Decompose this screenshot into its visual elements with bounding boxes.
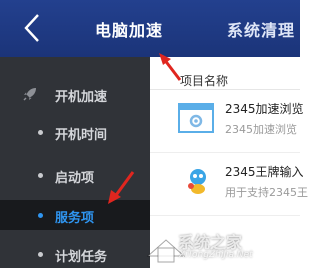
bullet-dot <box>38 173 43 178</box>
sidebar-item-startup-speedup[interactable]: 开机加速 <box>0 79 150 109</box>
item-title: 2345加速浏览 <box>225 102 304 116</box>
item-description: 2345加速浏览 <box>225 123 297 136</box>
sidebar-item-label: 启动项 <box>55 171 95 186</box>
annotation-arrow-icon <box>159 53 182 81</box>
bullet-dot <box>38 213 43 218</box>
sidebar: 开机加速 开机时间 启动项 服务项 计划任务 <box>0 57 150 268</box>
rocket-icon <box>23 88 36 101</box>
top-bar: 电脑加速 系统清理 <box>0 0 300 57</box>
item-title: 2345王牌输入 <box>225 165 304 179</box>
sidebar-item-scheduled-tasks[interactable]: 计划任务 <box>0 239 150 269</box>
sidebar-parent-label: 开机加速 <box>55 90 108 105</box>
bullet-dot <box>38 252 43 257</box>
list-item[interactable]: 2345加速浏览 2345加速浏览 <box>150 90 304 153</box>
column-header-label: 项目名称 <box>180 74 229 88</box>
sidebar-item-label: 计划任务 <box>55 250 108 265</box>
list-item[interactable]: 2345王牌输入 用于支持2345王 <box>150 153 308 216</box>
back-arrow-icon[interactable] <box>20 12 46 44</box>
tab-system-cleanup[interactable]: 系统清理 <box>227 17 295 41</box>
sidebar-item-boot-time[interactable]: 开机时间 <box>0 117 150 147</box>
sidebar-item-label: 服务项 <box>55 211 95 226</box>
sidebar-item-label: 开机时间 <box>55 128 108 143</box>
bullet-dot <box>38 130 43 135</box>
annotation-arrow-icon <box>108 171 135 204</box>
watermark-subtext: XiTongZhiJia.Net <box>179 250 253 260</box>
browser-settings-icon <box>178 103 214 133</box>
input-method-icon <box>188 169 206 194</box>
tab-computer-speedup[interactable]: 电脑加速 <box>95 17 163 41</box>
item-description: 用于支持2345王 <box>225 186 308 199</box>
